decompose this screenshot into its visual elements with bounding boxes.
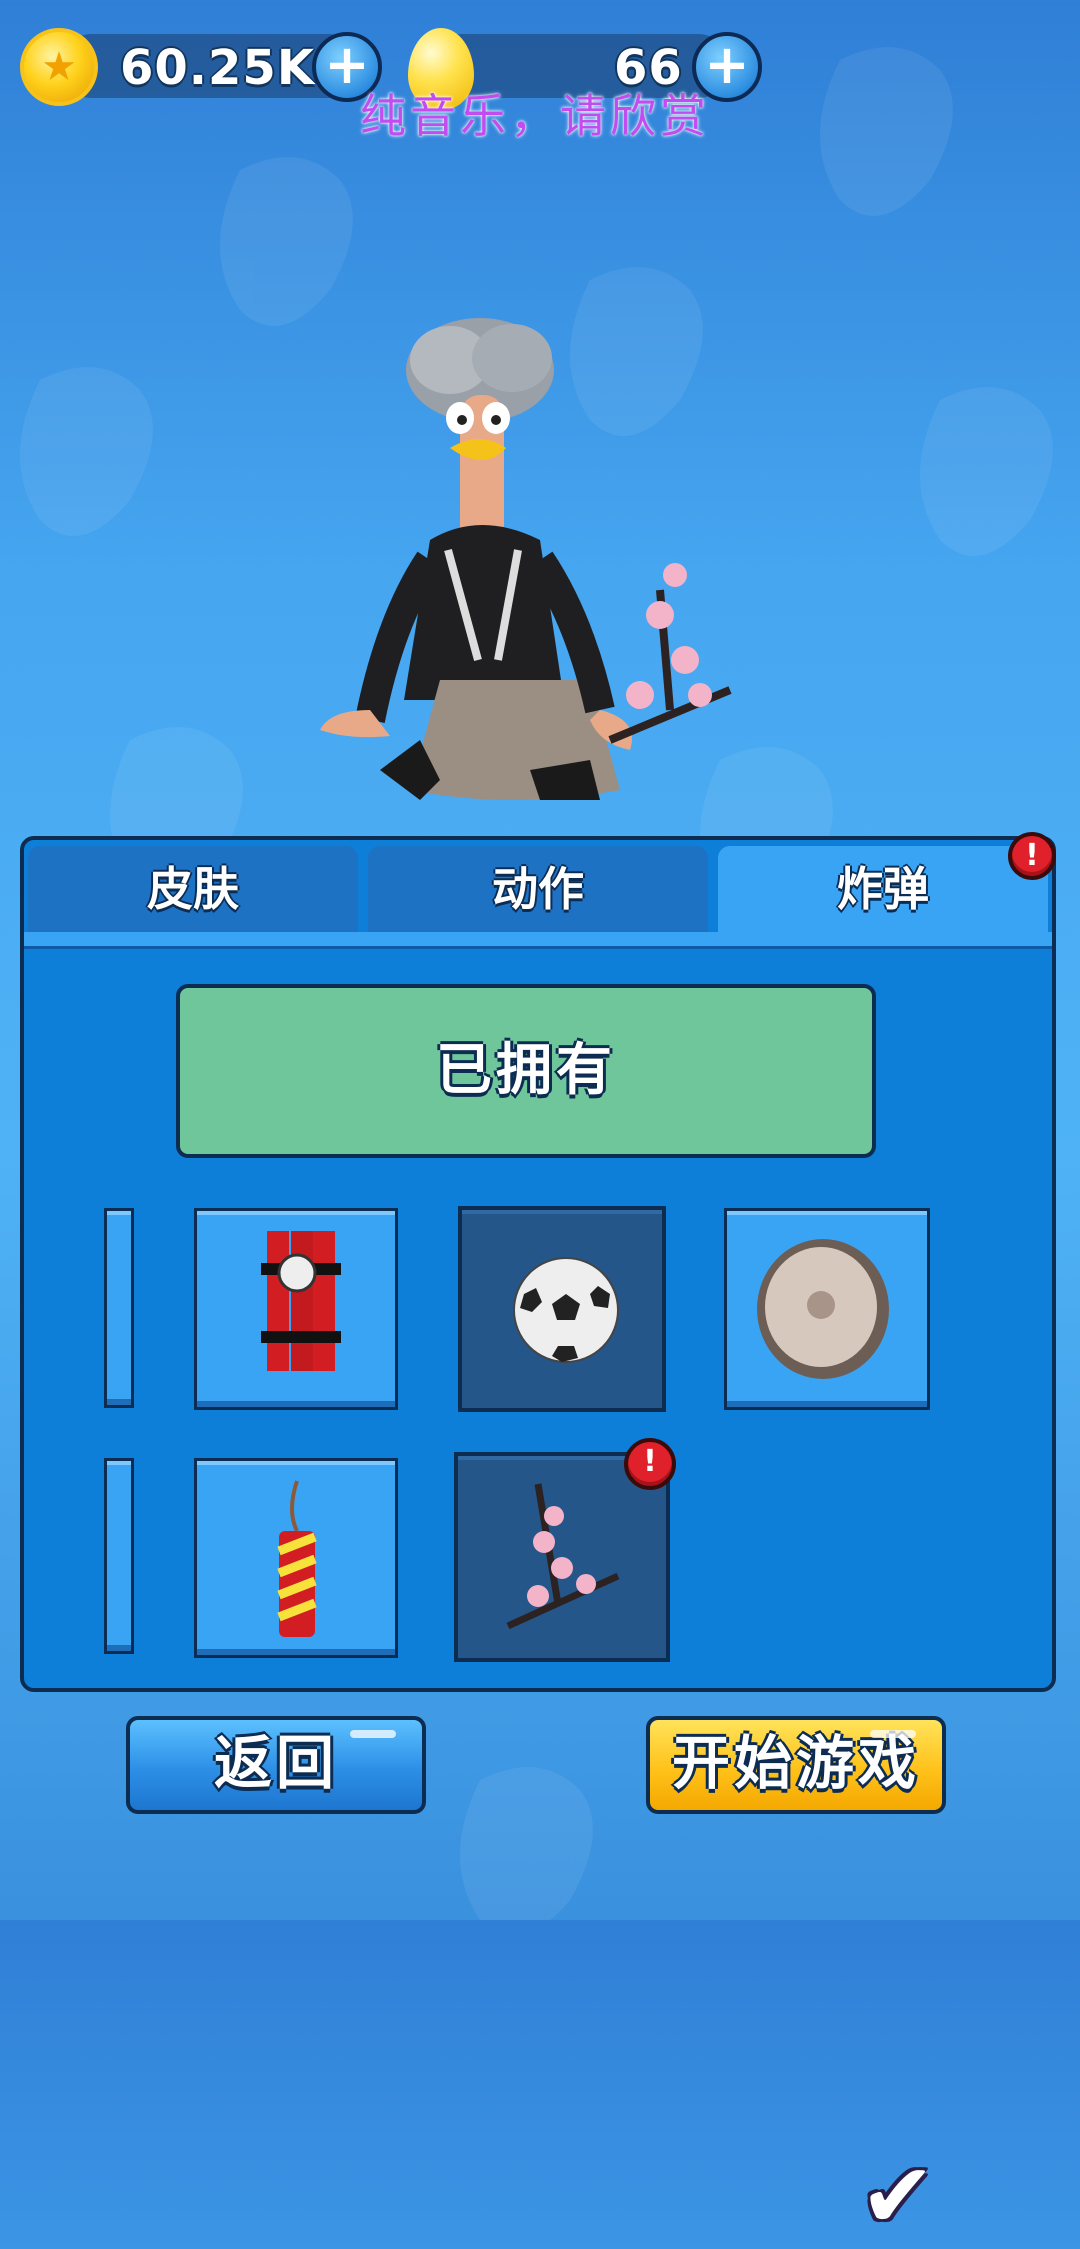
tab-underline (24, 932, 1052, 949)
gong-icon (757, 1239, 889, 1379)
back-button[interactable]: 返回 (126, 1716, 426, 1814)
selected-checkmark-icon: ✔ (860, 2144, 936, 2249)
item-gong[interactable] (724, 1208, 930, 1410)
coin-icon: ★ (20, 28, 98, 106)
coin-count: 60.25K (120, 40, 316, 96)
item-soccer-ball[interactable] (458, 1206, 666, 1412)
tab-bombs[interactable]: 炸弹 (718, 846, 1048, 932)
button-shine (350, 1730, 396, 1738)
cherry-branch-icon (506, 1483, 620, 1630)
overlay-caption: 纯音乐，请欣赏 (360, 89, 710, 143)
owned-status-banner: 已拥有 (176, 984, 876, 1158)
start-game-button[interactable]: 开始游戏 (646, 1716, 946, 1814)
tab-actions[interactable]: 动作 (368, 846, 708, 932)
tab-bar: 皮肤 动作 炸弹 (24, 840, 1052, 949)
start-game-button-label: 开始游戏 (671, 1729, 920, 1797)
button-shine (870, 1730, 916, 1738)
back-button-label: 返回 (213, 1729, 338, 1797)
inventory-panel: 皮肤 动作 炸弹 ! 已拥有 ✔ ! (20, 832, 1056, 2249)
dynamite-icon (261, 1231, 341, 1371)
item-firecracker[interactable] (194, 1458, 398, 1658)
character-preview (320, 318, 732, 800)
soccer-ball-icon (513, 1257, 619, 1363)
item-dynamite-bundle[interactable] (194, 1208, 398, 1410)
item-slot-partial[interactable] (104, 1208, 134, 1408)
item-slot-partial-2[interactable] (104, 1458, 134, 1654)
tab-skins[interactable]: 皮肤 (28, 846, 358, 932)
tab-bombs-alert-icon: ! (1008, 832, 1056, 880)
new-item-alert-icon: ! (624, 1438, 676, 1490)
firecracker-icon (277, 1480, 317, 1637)
